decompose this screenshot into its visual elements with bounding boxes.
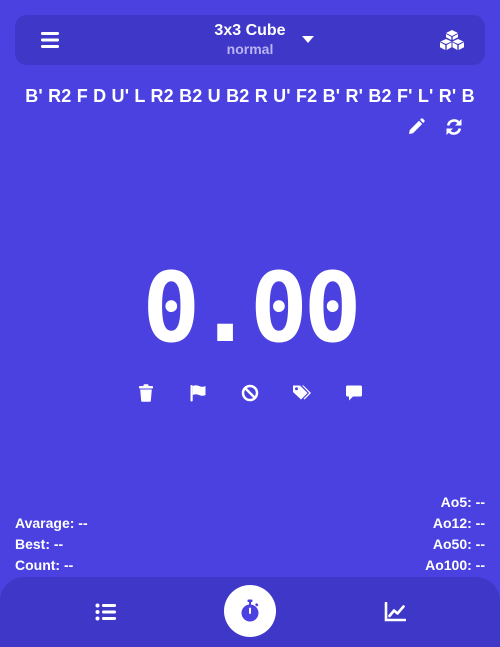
stat-best: Best: -- [15, 536, 64, 552]
delete-solve-button[interactable] [135, 382, 157, 404]
trash-icon [139, 384, 153, 402]
new-scramble-button[interactable] [443, 116, 465, 138]
scramble-text: B' R2 F D U' L R2 B2 U B2 R U' F2 B' R' … [25, 86, 475, 106]
dnf-button[interactable] [239, 382, 261, 404]
nav-statistics[interactable] [383, 600, 407, 624]
header-bar: 3x3 Cube normal [15, 15, 485, 65]
puzzle-selector[interactable]: 3x3 Cube normal [165, 20, 335, 60]
tag-solve-button[interactable] [291, 382, 313, 404]
cubes-icon [440, 30, 464, 50]
stat-average: Avarage: -- [15, 515, 88, 531]
flag-icon [190, 385, 206, 402]
ban-icon [241, 384, 259, 402]
flag-solve-button[interactable] [187, 382, 209, 404]
solve-actions [135, 380, 365, 406]
stat-ao5: Ao5: -- [440, 494, 485, 510]
stats-averages: Ao5: -- Ao12: -- Ao50: -- Ao100: -- [425, 492, 485, 576]
nav-solves-list[interactable] [94, 600, 118, 624]
refresh-icon [446, 119, 462, 135]
hamburger-menu-icon [41, 32, 59, 48]
bottom-navigation [0, 577, 500, 647]
timer-display[interactable]: 0.00 [0, 258, 500, 358]
stopwatch-icon [241, 599, 259, 622]
menu-button[interactable] [35, 28, 65, 52]
pencil-icon [409, 118, 425, 134]
caret-down-icon [302, 36, 314, 43]
comment-solve-button[interactable] [343, 382, 365, 404]
list-icon [95, 603, 116, 621]
edit-scramble-button[interactable] [405, 116, 427, 138]
puzzle-type-button[interactable] [437, 27, 467, 53]
stats-summary: Avarage: -- Best: -- Count: -- [15, 513, 88, 576]
line-chart-icon [384, 602, 406, 622]
nav-timer[interactable] [224, 585, 276, 637]
comment-icon [346, 385, 362, 401]
stat-count: Count: -- [15, 557, 74, 573]
stat-ao100: Ao100: -- [425, 557, 485, 573]
stat-ao12: Ao12: -- [432, 515, 485, 531]
stat-ao50: Ao50: -- [432, 536, 485, 552]
tags-icon [293, 385, 311, 400]
